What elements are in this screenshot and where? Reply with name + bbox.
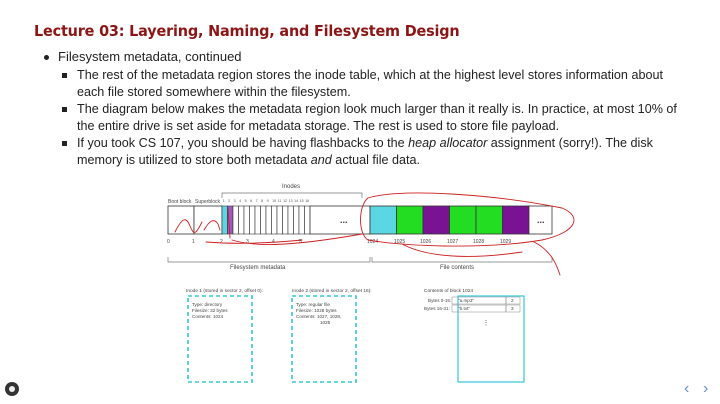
inode-number: 12 [283,199,287,203]
inode-slot-cell [232,205,239,235]
inode-slot-cell [243,205,250,235]
block-row-name: "b.txt" [458,306,470,311]
inode-number: 9 [267,199,269,203]
inode2-line: Filesize: 1028 bytes [296,308,337,313]
inode1-title: Inode 1 (stored in sector 2, offset 0): [186,288,263,294]
data-block-cell [422,205,450,235]
sub-bullet-2-text: The diagram below makes the metadata reg… [77,102,677,133]
inode2-line: Type: regular file [296,302,330,307]
data-block-cell [369,205,397,235]
sub-bullet-3: If you took CS 107, you should be having… [62,135,682,168]
inode-number: 16 [305,199,309,203]
inode-number: 10 [272,199,276,203]
inode-number: 8 [261,199,263,203]
inode-number: 15 [300,199,304,203]
inode-slot-cell [271,205,278,235]
inode2-line: Contents: 1027, 1028, [296,314,341,319]
inode-slot-cell [254,205,261,235]
previous-slide-arrow-icon[interactable]: ‹ [684,380,689,398]
inode-slot-cell [287,205,294,235]
inode-number: 7 [256,199,258,203]
sub-bullet-2: The diagram below makes the metadata reg… [62,101,682,134]
sector-number: 3 [246,239,249,245]
data-ellipsis: ... [537,215,545,225]
inode-slot-cell [238,205,245,235]
sub-bullet-3-text-a: If you took CS 107, you should be having… [77,136,409,150]
sector-number: 1028 [473,239,484,245]
bullet-main: Filesystem metadata, continued [42,48,682,65]
fs-metadata-bracket [167,257,371,263]
inode-slot-cell [260,205,267,235]
label-superblock: Superblock [195,199,221,205]
inode-number: 6 [250,199,252,203]
data-block-cell [449,205,477,235]
bullet-dot [44,55,49,60]
sub-bullet-3-text-c: actual file data. [331,152,421,167]
inode-slot-cell [276,205,283,235]
sub-bullet-3-emphasis-and: and [310,152,332,167]
block-1024-title: Contents of block 1024 [424,288,473,294]
inode-slot-cell [293,205,300,235]
inode-number: 4 [239,199,241,203]
sector-number: 0 [167,239,170,245]
inode-number: 3 [234,199,236,203]
inode-number: 1 [223,199,225,203]
inode-slot-cell [298,205,305,235]
inode-slot-cell [282,205,289,235]
square-bullet [62,141,67,146]
data-block-cell [502,205,530,235]
slide-title: Lecture 03: Layering, Naming, and Filesy… [34,22,460,40]
data-block-cell [475,205,503,235]
inode-number: 14 [294,199,298,203]
block-row-num: 2 [511,298,514,303]
sub-bullet-list: The rest of the metadata region stores t… [42,67,682,168]
file-contents-bracket [371,257,553,263]
sub-bullet-1: The rest of the metadata region stores t… [62,67,682,100]
sector-number: 1026 [420,239,431,245]
inode-number-labels: 1 2 3 4 5 6 7 8 9 10 11 12 13 14 15 16 [223,199,310,203]
inode-slot-cell [304,205,311,235]
boot-block-cell [167,205,195,235]
sub-bullet-1-text: The rest of the metadata region stores t… [77,68,663,99]
superblock-cell [193,205,223,235]
square-bullet [62,73,67,78]
data-block-cell [396,205,424,235]
block-row-num: 3 [511,306,514,311]
square-bullet [62,107,67,112]
slide-content: Filesystem metadata, continued The rest … [42,48,682,169]
label-inodes: Inodes [282,184,300,190]
inode1-line: Contents: 1024 [192,314,224,319]
inode-number: 11 [278,199,282,203]
scroll-indicator-icon[interactable] [5,382,19,396]
block-row-name: "a.mp3" [458,298,474,303]
inode-slot-cell [249,205,256,235]
bullet-main-text: Filesystem metadata, continued [58,49,242,64]
inode-slot-cell [265,205,272,235]
inode-slot-cell [221,205,228,235]
sub-bullet-3-emphasis-heap: heap allocator [408,136,488,150]
next-slide-arrow-icon[interactable]: › [703,380,708,398]
inode2-title: Inode 2 (stored in sector 2, offset 16): [292,288,372,294]
label-boot-block: Boot block [168,199,192,205]
label-file-contents: File contents [440,265,474,271]
inode1-line: Type: directory [192,302,223,307]
block-row-label: Bytes 0-15: [428,298,451,303]
sector-number-labels: 0 1 2 3 4 5 1024 1025 1026 1027 1028 1029 [167,239,511,245]
sector-number: 1 [192,239,195,245]
block-row-label: Bytes 16-31: [424,306,450,311]
label-filesystem-metadata: Filesystem metadata [230,265,286,271]
filesystem-diagram: Boot block Superblock Inodes 1 2 3 4 5 6 7 8 9 10… [167,184,575,383]
inode-number: 5 [245,199,247,203]
metadata-ellipsis: ... [340,215,348,225]
inodes-bracket [221,192,363,198]
disk-block-strip: ...... [167,205,553,235]
inode2-line: 1025 [320,320,331,325]
inode-number: 2 [228,199,230,203]
sector-number: 2 [220,239,223,245]
sector-number: 1027 [447,239,458,245]
block-continuation-dots: ⋮ [483,320,490,327]
inode-number: 13 [289,199,293,203]
inode1-line: Filesize: 32 bytes [192,308,228,313]
